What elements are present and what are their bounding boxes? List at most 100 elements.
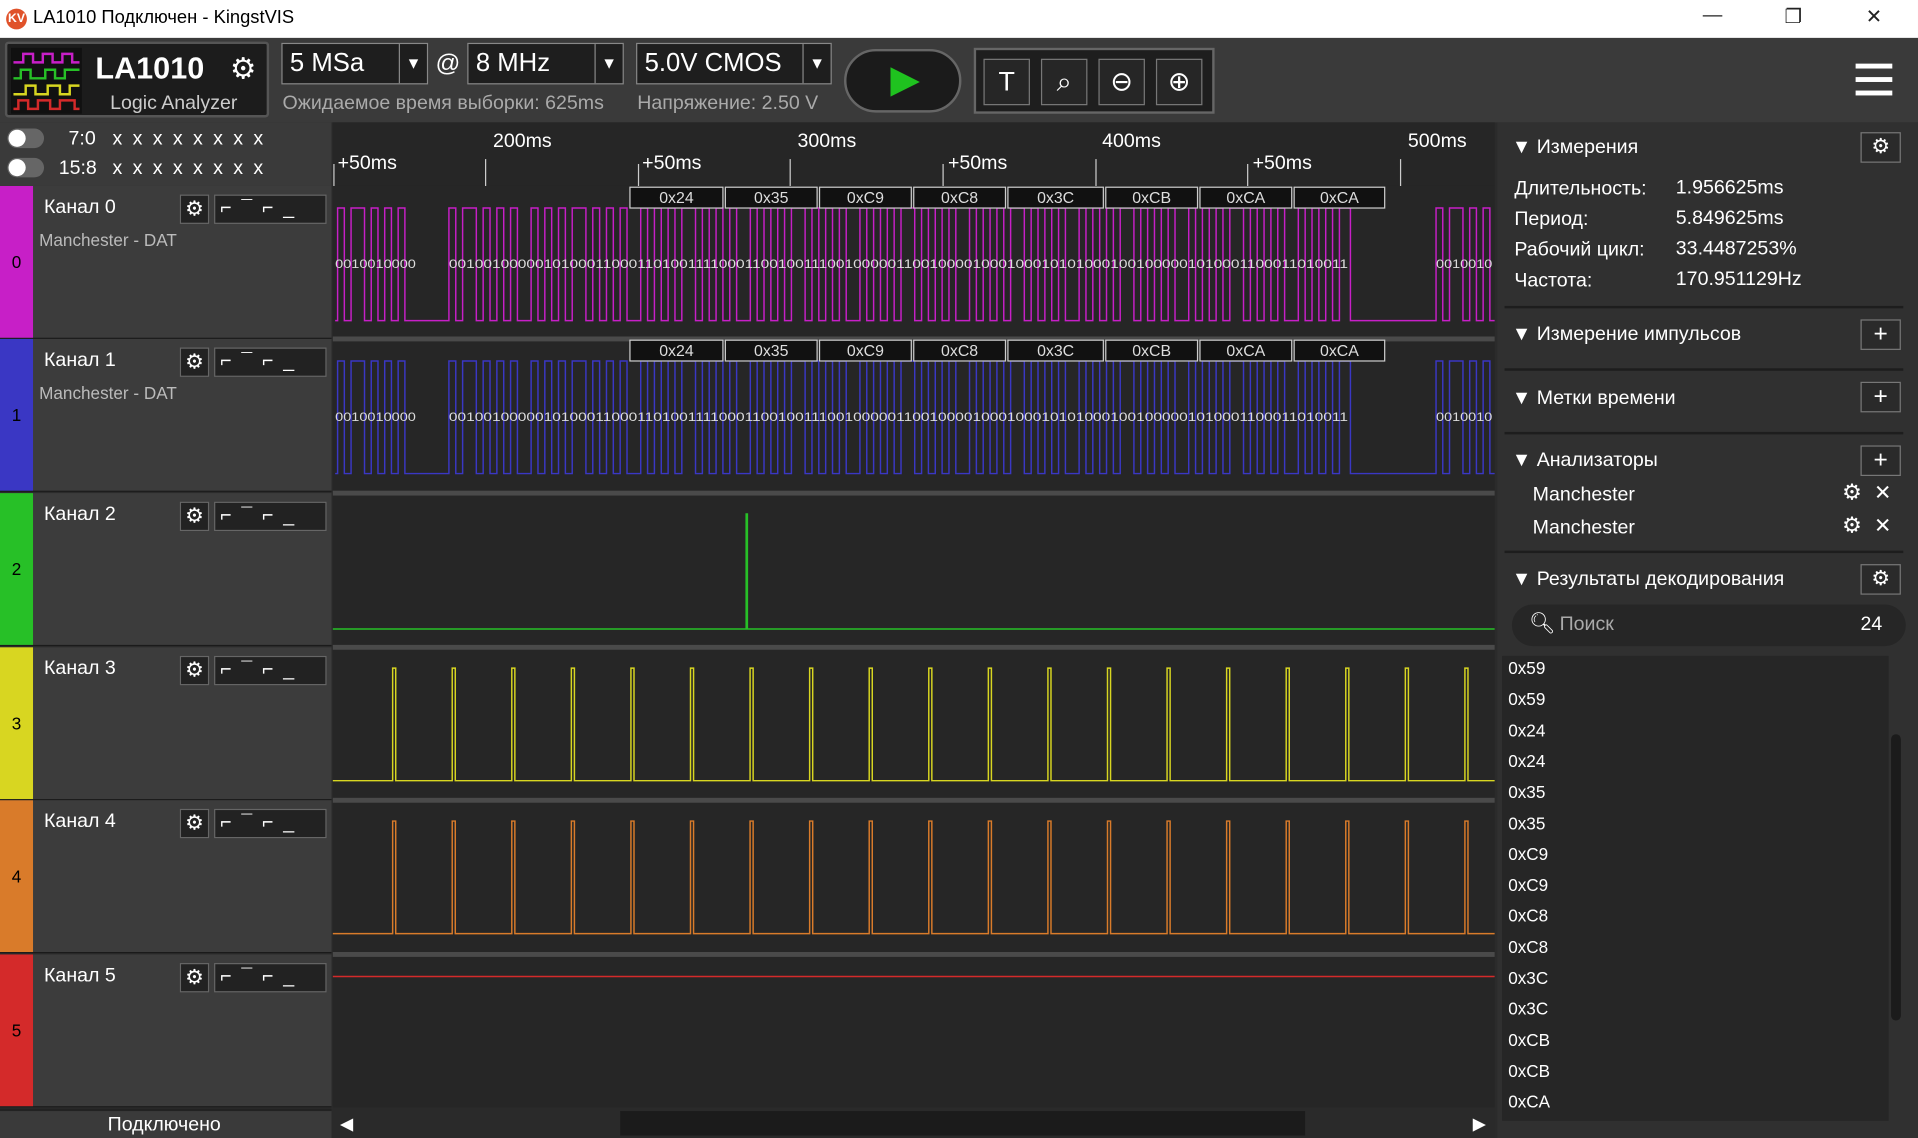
bus-toggle-0[interactable] <box>7 128 45 149</box>
minimize-button[interactable]: — <box>1688 5 1737 32</box>
analyzer-item[interactable]: Manchester <box>1533 485 1635 507</box>
results-scrollbar[interactable] <box>1891 734 1901 1021</box>
channel-name[interactable]: Канал 4 <box>44 811 116 833</box>
trigger-buttons[interactable]: ⌐¯⌐_ <box>214 655 327 686</box>
horizontal-scrollbar[interactable]: ◀ ▶ <box>332 1108 1495 1138</box>
result-item[interactable]: 0xCB <box>1508 1061 1550 1081</box>
scroll-right-icon[interactable]: ▶ <box>1473 1114 1486 1135</box>
decoded-byte-label: 0xC9 <box>847 343 884 360</box>
period-label: Период: <box>1514 209 1589 231</box>
menu-icon[interactable] <box>1855 60 1893 99</box>
results-list[interactable] <box>1502 655 1889 1121</box>
channel-settings-icon[interactable]: ⚙ <box>179 808 210 839</box>
channel-settings-icon[interactable]: ⚙ <box>179 963 210 993</box>
add-analyzer-button[interactable]: + <box>1860 445 1901 477</box>
zoom-out-icon[interactable]: ⊖ <box>1098 58 1145 106</box>
channel-name[interactable]: Канал 3 <box>44 658 116 680</box>
trigger-buttons[interactable]: ⌐¯⌐_ <box>214 194 327 224</box>
markers-header[interactable]: ▼ Метки времени <box>1512 388 1676 410</box>
result-item[interactable]: 0xC9 <box>1508 875 1548 895</box>
text-tool-icon[interactable]: T <box>983 58 1030 106</box>
channel-row[interactable]: 2 Канал 2 ⚙ ⌐¯⌐_ <box>0 493 332 647</box>
analyzer-settings-icon[interactable]: ⚙ <box>1842 480 1862 506</box>
channel-row[interactable]: 1 Канал 1 Manchester - DAT ⚙ ⌐¯⌐_ <box>0 338 332 492</box>
analyzers-header[interactable]: ▼ Анализаторы <box>1512 450 1658 472</box>
result-item[interactable]: 0x3C <box>1508 999 1548 1019</box>
decoded-byte-label: 0xCA <box>1226 343 1265 360</box>
channel-settings-icon[interactable]: ⚙ <box>179 347 210 377</box>
scroll-thumb[interactable] <box>620 1111 1306 1136</box>
measurements-settings-icon[interactable]: ⚙ <box>1860 132 1901 163</box>
time-ruler[interactable]: 200ms 300ms 400ms 500ms +50ms +50ms +50m… <box>332 122 1495 186</box>
bus-toggle-1[interactable] <box>7 157 45 178</box>
channel-row[interactable]: 0 Канал 0 Manchester - DAT ⚙ ⌐¯⌐_ <box>0 185 332 339</box>
channel-number: 4 <box>0 800 34 953</box>
search-input[interactable]: Поиск <box>1560 614 1614 636</box>
device-name: LA1010 <box>95 51 205 86</box>
result-item[interactable]: 0x35 <box>1508 782 1545 802</box>
decoded-byte-label: 0xC9 <box>847 190 884 207</box>
trigger-buttons[interactable]: ⌐¯⌐_ <box>214 808 327 839</box>
freq-label: Частота: <box>1514 270 1593 292</box>
sample-rate-select[interactable]: 5 MSa ▼ <box>281 42 429 85</box>
measurements-header[interactable]: ▼ Измерения <box>1512 137 1638 159</box>
result-item[interactable]: 0x35 <box>1508 813 1545 833</box>
waveform-area[interactable]: 0010010000 001001000001010001100011010011… <box>332 185 1495 1108</box>
decoded-byte-label: 0xCB <box>1132 190 1171 207</box>
result-item[interactable]: 0x59 <box>1508 658 1545 678</box>
title-bar: KV LA1010 Подключен - KingstVIS — ❐ ✕ <box>0 0 1918 38</box>
trigger-buttons[interactable]: ⌐¯⌐_ <box>214 347 327 377</box>
pulse-header[interactable]: ▼ Измерение импульсов <box>1512 324 1741 346</box>
decode-title: Результаты декодирования <box>1536 569 1785 590</box>
result-item[interactable]: 0x24 <box>1508 720 1545 740</box>
channel-row[interactable]: 5 Канал 5 ⚙ ⌐¯⌐_ <box>0 954 332 1108</box>
scroll-left-icon[interactable]: ◀ <box>340 1114 353 1135</box>
result-item[interactable]: 0xC8 <box>1508 937 1548 957</box>
result-item[interactable]: 0x59 <box>1508 689 1545 709</box>
channel-row[interactable]: 3 Канал 3 ⚙ ⌐¯⌐_ <box>0 647 332 801</box>
decoded-byte-label: 0x24 <box>659 190 694 207</box>
add-marker-button[interactable]: + <box>1860 381 1901 413</box>
result-item[interactable]: 0x3C <box>1508 968 1548 988</box>
channel-name[interactable]: Канал 0 <box>44 197 116 219</box>
channel-number: 5 <box>0 954 34 1107</box>
channel-name[interactable]: Канал 2 <box>44 504 116 526</box>
result-item[interactable]: 0xC8 <box>1508 906 1548 926</box>
channel-name[interactable]: Канал 1 <box>44 350 116 372</box>
start-button[interactable] <box>844 48 962 113</box>
analyzer-settings-icon[interactable]: ⚙ <box>1842 513 1862 539</box>
result-item[interactable]: 0x24 <box>1508 751 1545 771</box>
result-item[interactable]: 0xC9 <box>1508 844 1548 864</box>
zoom-in-icon[interactable]: ⊕ <box>1155 58 1203 106</box>
channel-settings-icon[interactable]: ⚙ <box>179 501 210 532</box>
search-box[interactable]: 🔍︎ Поиск 24 <box>1511 604 1906 647</box>
close-button[interactable]: ✕ <box>1849 5 1898 32</box>
voltage-select[interactable]: 5.0V CMOS ▼ <box>636 42 832 85</box>
trigger-buttons[interactable]: ⌐¯⌐_ <box>214 501 327 532</box>
channel-row[interactable]: 4 Канал 4 ⚙ ⌐¯⌐_ <box>0 800 332 954</box>
zoom-fit-icon[interactable]: ⌕ <box>1040 58 1088 106</box>
result-item[interactable]: 0xCA <box>1508 1092 1550 1112</box>
channel-settings-icon[interactable]: ⚙ <box>179 655 210 686</box>
decode-settings-icon[interactable]: ⚙ <box>1860 564 1901 595</box>
maximize-button[interactable]: ❐ <box>1769 5 1818 32</box>
device-panel[interactable]: LA1010 Logic Analyzer ⚙ <box>4 41 270 118</box>
bit-text: 0010010000010100011000110100111100011001… <box>449 257 1348 271</box>
decoded-byte-label: 0xCA <box>1320 190 1359 207</box>
channel-decoder: Manchester - DAT <box>39 230 177 250</box>
analyzer-remove-icon[interactable]: ✕ <box>1874 514 1891 538</box>
add-pulse-button[interactable]: + <box>1860 319 1901 350</box>
device-settings-icon[interactable]: ⚙ <box>230 51 256 86</box>
waveform-canvas[interactable]: 0010010000 001001000001010001100011010011… <box>332 186 1495 1107</box>
sample-rate-value: 5 MSa <box>289 48 365 78</box>
result-item[interactable]: 0xCB <box>1508 1030 1550 1050</box>
trigger-buttons[interactable]: ⌐¯⌐_ <box>214 963 327 993</box>
decode-header[interactable]: ▼ Результаты декодирования <box>1512 569 1784 591</box>
analyzer-remove-icon[interactable]: ✕ <box>1874 481 1891 505</box>
channel-name[interactable]: Канал 5 <box>44 965 116 987</box>
analyzer-item[interactable]: Manchester <box>1533 518 1635 540</box>
channel-decoder: Manchester - DAT <box>39 383 177 403</box>
channel-settings-icon[interactable]: ⚙ <box>179 194 210 224</box>
sample-freq-select[interactable]: 8 MHz ▼ <box>467 42 624 85</box>
lane-separator <box>332 490 1495 496</box>
